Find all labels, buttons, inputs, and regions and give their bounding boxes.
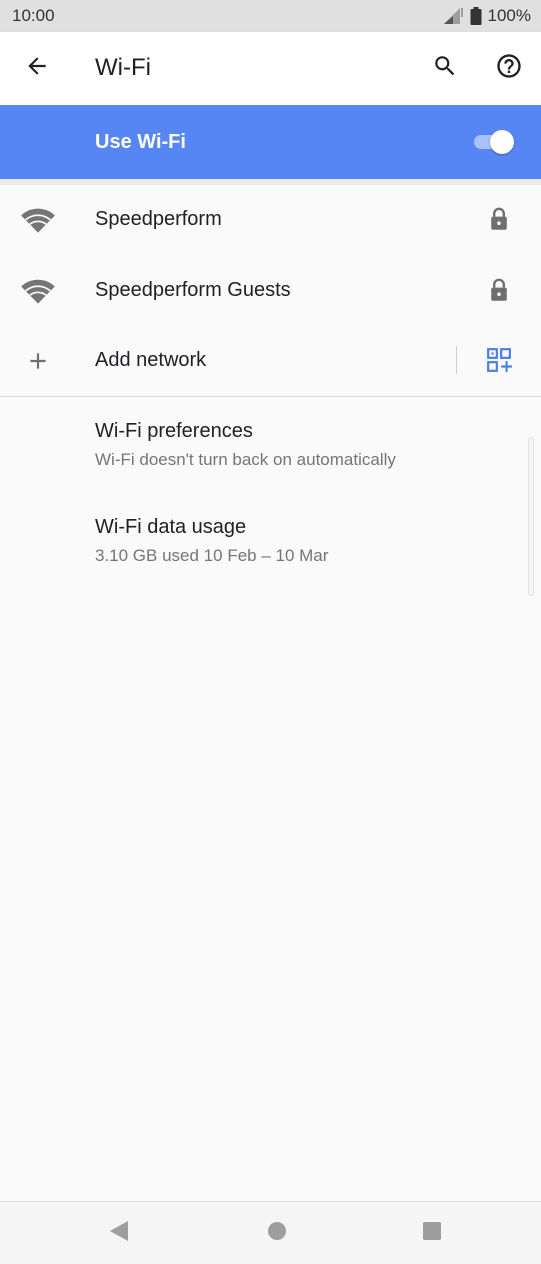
- battery-icon: [470, 7, 482, 25]
- wifi-preferences-item[interactable]: Wi-Fi preferences Wi-Fi doesn't turn bac…: [0, 420, 541, 510]
- back-button[interactable]: [15, 46, 59, 90]
- section-divider: [0, 396, 541, 397]
- network-name: Speedperform Guests: [95, 279, 291, 301]
- network-name: Speedperform: [95, 208, 222, 230]
- help-button[interactable]: [487, 46, 531, 90]
- qr-code-scan-icon: [486, 346, 512, 374]
- nav-recents-button[interactable]: [415, 1216, 449, 1250]
- use-wifi-label: Use Wi-Fi: [95, 131, 186, 153]
- battery-percentage: 100%: [487, 6, 531, 25]
- system-navigation-bar: [0, 1201, 541, 1264]
- lock-icon: [486, 205, 512, 233]
- toggle-thumb: [490, 130, 514, 154]
- nav-home-icon: [267, 1221, 287, 1246]
- preference-summary: 3.10 GB used 10 Feb – 10 Mar: [95, 546, 329, 565]
- add-network-item[interactable]: Add network: [0, 325, 541, 396]
- use-wifi-toggle[interactable]: [474, 130, 516, 154]
- wifi-icon: [20, 273, 56, 309]
- status-time: 10:00: [12, 6, 55, 25]
- back-arrow-icon: [24, 53, 50, 84]
- add-network-label: Add network: [95, 349, 207, 371]
- plus-icon: [20, 343, 56, 379]
- use-wifi-switch-bar[interactable]: Use Wi-Fi: [0, 105, 541, 179]
- app-bar: Wi-Fi: [0, 32, 541, 105]
- wifi-data-usage-item[interactable]: Wi-Fi data usage 3.10 GB used 10 Feb – 1…: [0, 516, 541, 606]
- search-button[interactable]: [423, 46, 467, 90]
- nav-back-button[interactable]: [102, 1216, 136, 1250]
- preference-title: Wi-Fi data usage: [95, 516, 247, 538]
- nav-back-icon: [108, 1219, 130, 1248]
- lock-icon: [486, 276, 512, 304]
- nav-recents-icon: [422, 1221, 442, 1246]
- network-item-speedperform[interactable]: Speedperform: [0, 184, 541, 255]
- wifi-settings-screen: 10:00 100% Wi-Fi Use Wi-Fi Speedperform …: [0, 0, 541, 1264]
- scan-qr-button[interactable]: [470, 325, 530, 396]
- add-network-separator: [456, 346, 457, 374]
- status-bar: 10:00 100%: [0, 0, 541, 32]
- help-icon: [495, 52, 523, 85]
- scrollbar[interactable]: [528, 437, 534, 596]
- nav-home-button[interactable]: [260, 1216, 294, 1250]
- signal-icon: [442, 7, 464, 25]
- preference-summary: Wi-Fi doesn't turn back on automatically: [95, 450, 396, 469]
- preference-title: Wi-Fi preferences: [95, 420, 253, 442]
- network-item-speedperform-guests[interactable]: Speedperform Guests: [0, 255, 541, 326]
- status-icons: 100%: [442, 6, 531, 26]
- search-icon: [432, 53, 458, 84]
- wifi-icon: [20, 202, 56, 238]
- page-title: Wi-Fi: [95, 54, 151, 81]
